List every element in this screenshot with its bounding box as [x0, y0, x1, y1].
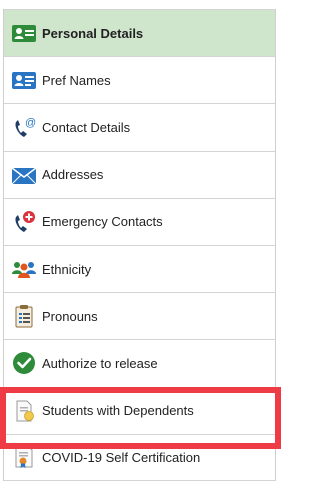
nav-item-label: Contact Details: [42, 119, 131, 135]
envelope-icon: [11, 162, 37, 188]
nav-item-emergency-contacts[interactable]: Emergency Contacts: [4, 197, 275, 245]
nav-item-ethnicity[interactable]: Ethnicity: [4, 244, 275, 292]
nav-item-label: Ethnicity: [42, 261, 92, 277]
nav-item-label: Pref Names: [42, 72, 111, 88]
nav-item-personal-details[interactable]: Personal Details: [4, 9, 275, 57]
nav-item-label: Authorize to release: [42, 355, 158, 371]
nav-item-label: Emergency Contacts: [42, 214, 163, 230]
nav-item-label: Students with Dependents: [42, 403, 194, 419]
nav-item-students-with-dependents[interactable]: Students with Dependents: [4, 386, 275, 434]
nav-item-covid-self-certification[interactable]: COVID-19 Self Certification: [4, 433, 275, 481]
nav-item-authorize-to-release[interactable]: Authorize to release: [4, 339, 275, 386]
nav-item-label: Addresses: [42, 167, 104, 183]
nav-item-addresses[interactable]: Addresses: [4, 150, 275, 198]
nav-item-label: Pronouns: [42, 308, 98, 324]
clipboard-list-icon: [11, 303, 37, 329]
id-card-icon: [11, 20, 37, 46]
document-badge-icon: [11, 398, 37, 424]
phone-cross-icon: [11, 209, 37, 235]
personal-info-nav: Personal Details Pref Names @ Contact De…: [3, 9, 276, 481]
name-card-icon: [11, 67, 37, 93]
nav-item-contact-details[interactable]: @ Contact Details: [4, 103, 275, 150]
certificate-icon: [11, 444, 37, 470]
nav-item-pref-names[interactable]: Pref Names: [4, 56, 275, 103]
people-group-icon: [11, 256, 37, 282]
nav-item-label: Personal Details: [42, 25, 144, 41]
nav-item-label: COVID-19 Self Certification: [42, 449, 201, 465]
svg-text:@: @: [25, 117, 36, 129]
phone-at-icon: @: [11, 114, 37, 140]
checkmark-circle-icon: [11, 350, 37, 376]
nav-item-pronouns[interactable]: Pronouns: [4, 292, 275, 339]
